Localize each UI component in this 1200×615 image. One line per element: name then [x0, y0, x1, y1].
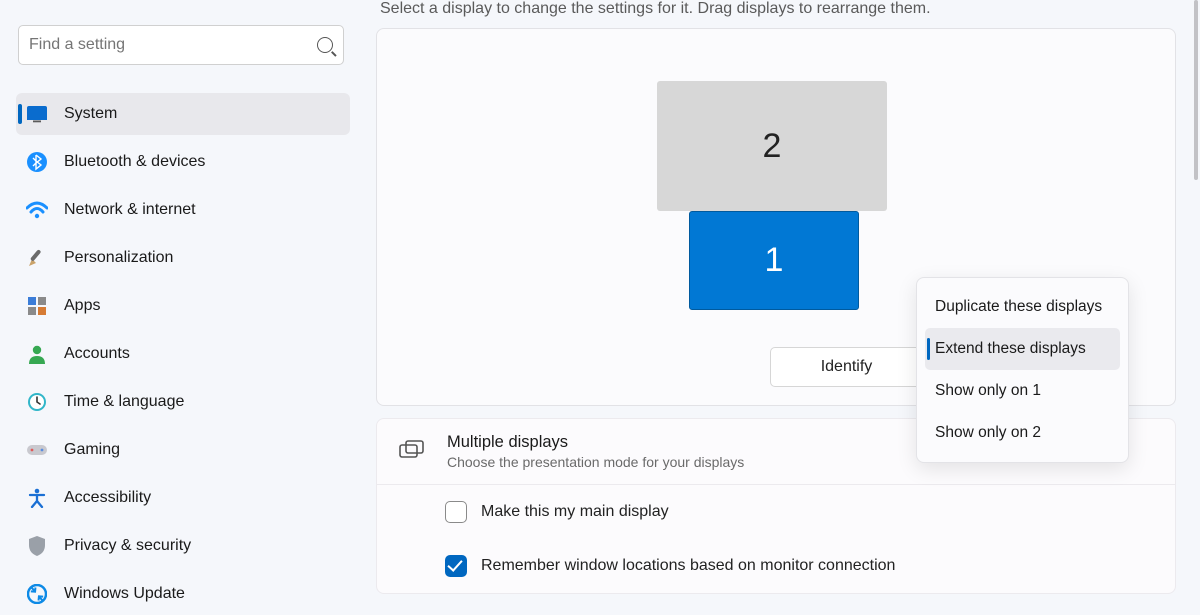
nav-item-apps[interactable]: Apps — [16, 285, 350, 327]
nav-label: Personalization — [64, 249, 173, 267]
nav-label: Gaming — [64, 441, 120, 459]
nav-item-time[interactable]: Time & language — [16, 381, 350, 423]
checkbox-main-display[interactable] — [445, 501, 467, 523]
identify-label: Identify — [821, 358, 873, 376]
search-box[interactable] — [18, 25, 344, 65]
accessibility-icon — [26, 487, 48, 509]
monitor-1-label: 1 — [765, 241, 784, 280]
nav-label: Network & internet — [64, 201, 196, 219]
nav-item-personalization[interactable]: Personalization — [16, 237, 350, 279]
nav-item-gaming[interactable]: Gaming — [16, 429, 350, 471]
nav-label: System — [64, 105, 117, 123]
checkbox-remember-windows[interactable] — [445, 555, 467, 577]
monitor-2[interactable]: 2 — [657, 81, 887, 211]
nav-item-bluetooth[interactable]: Bluetooth & devices — [16, 141, 350, 183]
nav-item-network[interactable]: Network & internet — [16, 189, 350, 231]
dropdown-option-extend[interactable]: Extend these displays — [925, 328, 1120, 370]
wifi-icon — [26, 199, 48, 221]
nav-label: Accounts — [64, 345, 130, 363]
nav-label: Privacy & security — [64, 537, 191, 555]
clock-icon — [26, 391, 48, 413]
projection-dropdown[interactable]: Duplicate these displays Extend these di… — [916, 277, 1129, 463]
section-subtitle: Choose the presentation mode for your di… — [447, 454, 744, 470]
identify-button[interactable]: Identify — [770, 347, 923, 387]
label-remember-windows: Remember window locations based on monit… — [481, 557, 895, 575]
label-main-display: Make this my main display — [481, 503, 669, 521]
nav-label: Windows Update — [64, 585, 185, 603]
nav-item-accessibility[interactable]: Accessibility — [16, 477, 350, 519]
nav-list: System Bluetooth & devices Network & int… — [16, 93, 350, 615]
display-hint: Select a display to change the settings … — [380, 0, 1176, 18]
monitor-1[interactable]: 1 — [689, 211, 859, 310]
sidebar: System Bluetooth & devices Network & int… — [0, 0, 360, 600]
search-input[interactable] — [29, 36, 317, 54]
section-title: Multiple displays — [447, 433, 744, 452]
shield-icon — [26, 535, 48, 557]
nav-item-system[interactable]: System — [16, 93, 350, 135]
nav-label: Time & language — [64, 393, 184, 411]
apps-icon — [26, 295, 48, 317]
nav-label: Bluetooth & devices — [64, 153, 205, 171]
row-remember-windows: Remember window locations based on monit… — [377, 539, 1175, 593]
vertical-scrollbar[interactable] — [1194, 0, 1198, 600]
dropdown-option-only1[interactable]: Show only on 1 — [925, 370, 1120, 412]
nav-item-privacy[interactable]: Privacy & security — [16, 525, 350, 567]
dropdown-option-only2[interactable]: Show only on 2 — [925, 412, 1120, 454]
search-icon — [317, 37, 333, 53]
person-icon — [26, 343, 48, 365]
multiple-displays-icon — [399, 440, 423, 464]
nav-label: Apps — [64, 297, 100, 315]
nav-item-accounts[interactable]: Accounts — [16, 333, 350, 375]
row-main-display: Make this my main display — [377, 485, 1175, 539]
dropdown-option-duplicate[interactable]: Duplicate these displays — [925, 286, 1120, 328]
brush-icon — [26, 247, 48, 269]
nav-label: Accessibility — [64, 489, 151, 507]
update-icon — [26, 583, 48, 605]
bluetooth-icon — [26, 151, 48, 173]
gamepad-icon — [26, 439, 48, 461]
main-panel: Select a display to change the settings … — [360, 0, 1200, 600]
monitor-2-label: 2 — [763, 127, 782, 166]
system-icon — [26, 103, 48, 125]
nav-item-update[interactable]: Windows Update — [16, 573, 350, 615]
